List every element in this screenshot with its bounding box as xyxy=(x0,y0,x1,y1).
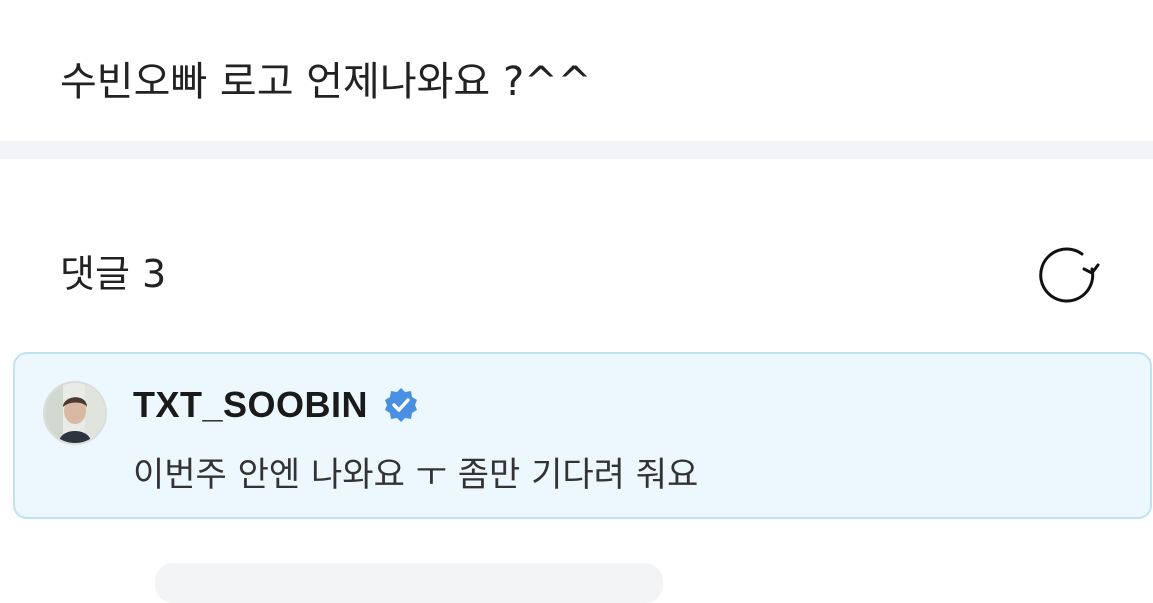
next-comment-item[interactable] xyxy=(155,563,663,603)
avatar[interactable] xyxy=(43,381,107,445)
comment-text: 이번주 안엔 나와요 ㅜ 좀만 기다려 줘요 xyxy=(133,455,699,495)
post-text: 수빈오빠 로고 언제나와요 ?^^ xyxy=(60,59,592,105)
comments-count-header: 댓글 3 xyxy=(60,252,167,296)
comment-author-row: TXT_SOOBIN xyxy=(133,380,420,430)
section-divider xyxy=(0,141,1153,159)
refresh-icon xyxy=(1039,247,1100,303)
refresh-button[interactable] xyxy=(1034,242,1100,308)
comment-item[interactable]: TXT_SOOBIN 이번주 안엔 나와요 ㅜ 좀만 기다려 줘요 xyxy=(13,352,1152,519)
verified-badge-icon xyxy=(382,386,420,424)
comment-author-name[interactable]: TXT_SOOBIN xyxy=(133,384,368,426)
